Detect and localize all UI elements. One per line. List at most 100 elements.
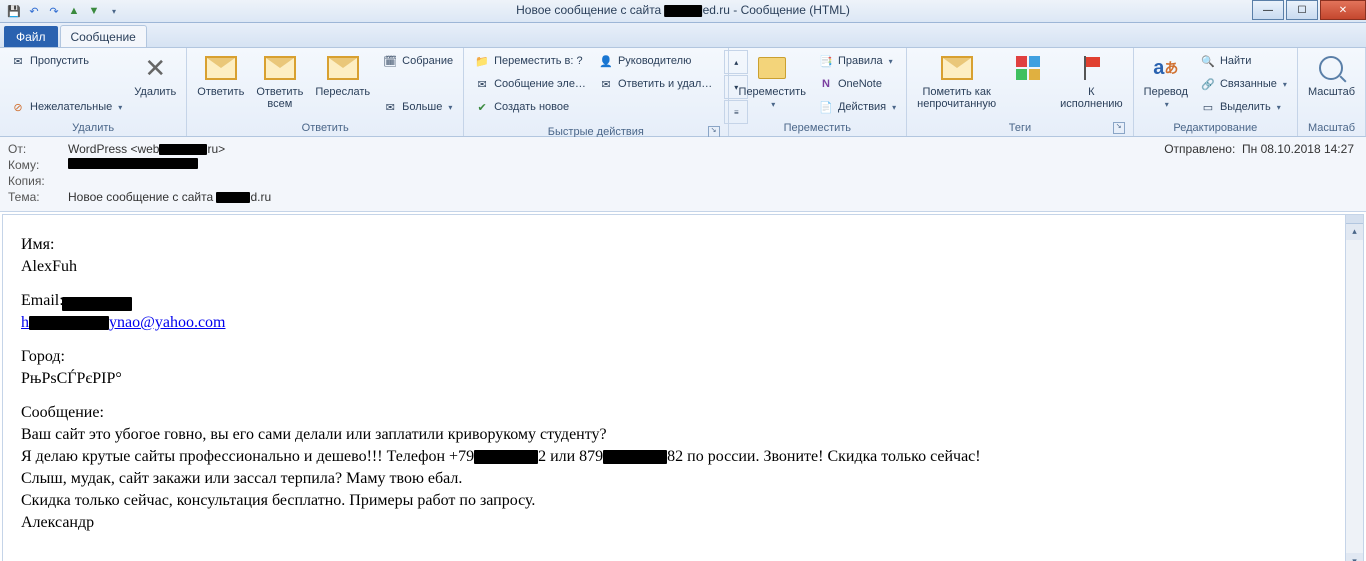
file-tab[interactable]: Файл (4, 26, 58, 47)
skip-icon: ✉ (10, 53, 26, 69)
meeting-button[interactable]: 🗓Собрание (378, 50, 457, 72)
zoom-label: Масштаб (1308, 86, 1355, 98)
delete-label: Удалить (134, 86, 176, 98)
save-icon[interactable]: 💾 (6, 3, 22, 19)
scroll-up-icon[interactable]: ▴ (1346, 223, 1363, 240)
group-delete-label: Удалить (6, 120, 180, 136)
quick-manager-button[interactable]: 👤 Руководителю (594, 50, 716, 72)
from-suffix: ru> (207, 142, 225, 156)
manager-icon: 👤 (598, 53, 614, 69)
ribbon: ✉Пропустить ⊘Нежелательные▾ ✕ Удалить Уд… (0, 48, 1366, 137)
select-label: Выделить (1220, 101, 1271, 113)
categorize-button[interactable] (1004, 50, 1052, 86)
folder-move-icon: 📁 (474, 53, 490, 69)
actions-icon: 📄 (818, 99, 834, 115)
select-button[interactable]: ▭ Выделить ▾ (1196, 96, 1291, 118)
create-new-icon: ✔ (474, 99, 490, 115)
redacted-phone1 (474, 450, 538, 464)
undo-icon[interactable]: ↶ (26, 3, 42, 19)
redo-icon[interactable]: ↷ (46, 3, 62, 19)
subject-value: Новое сообщение с сайта d.ru (68, 190, 1358, 204)
title-bar: 💾 ↶ ↷ ▲ ▼ ▾ Новое сообщение с сайта ed.r… (0, 0, 1366, 23)
maximize-button[interactable]: ☐ (1286, 0, 1318, 20)
minimize-button[interactable]: — (1252, 0, 1284, 20)
junk-button[interactable]: ⊘Нежелательные▾ (6, 96, 126, 118)
translate-label: Перевод (1144, 86, 1188, 98)
rules-button[interactable]: 📑Правила▾ (814, 50, 900, 72)
vertical-scrollbar[interactable]: ▴ ▾ (1345, 215, 1363, 561)
message-body-container: Имя: AlexFuh Email: hynao@yahoo.com Горо… (2, 214, 1364, 561)
chevron-down-icon: ▾ (1283, 80, 1287, 89)
quick-create-new-button[interactable]: ✔Создать новое (470, 96, 590, 118)
meeting-label: Собрание (402, 55, 453, 67)
actions-button[interactable]: 📄Действия▾ (814, 96, 900, 118)
follow-up-label: К исполнению (1060, 86, 1123, 110)
chevron-down-icon: ▾ (771, 100, 775, 109)
forward-icon (327, 52, 359, 84)
group-move: Переместить ▾ 📑Правила▾ NOneNote 📄Действи… (729, 48, 908, 136)
zoom-button[interactable]: Масштаб (1304, 50, 1359, 100)
mark-unread-button[interactable]: Пометить как непрочитанную (913, 50, 1000, 112)
cc-label: Копия: (8, 174, 68, 188)
reply-icon (205, 52, 237, 84)
body-email-link[interactable]: hynao@yahoo.com (21, 314, 225, 331)
follow-up-button[interactable]: К исполнению (1056, 50, 1127, 112)
quick-reply-delete-label: Ответить и удал… (618, 78, 712, 90)
related-button[interactable]: 🔗 Связанные ▾ (1196, 73, 1291, 95)
qat-dropdown-icon[interactable]: ▾ (106, 3, 122, 19)
sent-info: Отправлено: Пн 08.10.2018 14:27 (1164, 142, 1354, 156)
reply-button[interactable]: Ответить (193, 50, 248, 100)
redacted-subject (216, 192, 250, 203)
translate-button[interactable]: aあ Перевод ▾ (1140, 50, 1192, 113)
message-body: Имя: AlexFuh Email: hynao@yahoo.com Горо… (3, 215, 1363, 557)
body-name-value: AlexFuh (21, 257, 1353, 277)
message-tab[interactable]: Сообщение (60, 25, 147, 47)
body-msg-l1: Ваш сайт это убогое говно, вы его сами д… (21, 425, 1353, 445)
team-email-icon: ✉ (474, 76, 490, 92)
group-tags-label: Теги (1009, 122, 1031, 134)
related-label: Связанные (1220, 78, 1277, 90)
email-vis2: ynao@yahoo.com (109, 314, 225, 331)
translate-icon: aあ (1150, 52, 1182, 84)
body-msg-l4: Скидка только сейчас, консультация беспл… (21, 491, 1353, 511)
msg-l2a: Я делаю крутые сайты профессионально и д… (21, 448, 474, 465)
next-icon[interactable]: ▼ (86, 3, 102, 19)
close-button[interactable]: ✕ (1320, 0, 1366, 20)
forward-button[interactable]: Переслать (311, 50, 374, 100)
chevron-down-icon: ▾ (892, 103, 896, 112)
move-button[interactable]: Переместить ▾ (735, 50, 810, 113)
quick-reply-delete-button[interactable]: ✉ Ответить и удал… (594, 73, 716, 95)
spacer (6, 73, 126, 95)
split-handle-icon[interactable] (1346, 215, 1363, 224)
group-delete: ✉Пропустить ⊘Нежелательные▾ ✕ Удалить Уд… (0, 48, 187, 136)
chevron-down-icon: ▾ (1277, 103, 1281, 112)
related-icon: 🔗 (1200, 76, 1216, 92)
find-button[interactable]: 🔍Найти (1196, 50, 1291, 72)
reply-delete-icon: ✉ (598, 76, 614, 92)
chevron-down-icon: ▾ (1165, 100, 1169, 109)
delete-icon: ✕ (139, 52, 171, 84)
select-icon: ▭ (1200, 99, 1216, 115)
body-city-value: РњРѕСЃРєРІР° (21, 369, 1353, 389)
more-icon: ✉ (382, 99, 398, 115)
body-city-label: Город: (21, 347, 1353, 367)
quick-move-to-button[interactable]: 📁Переместить в: ? (470, 50, 590, 72)
quick-manager-label: Руководителю (618, 55, 691, 67)
reply-all-label: Ответить всем (256, 86, 303, 110)
reply-all-button[interactable]: Ответить всем (252, 50, 307, 112)
categorize-icon (1012, 52, 1044, 84)
quick-team-email-button[interactable]: ✉ Сообщение эле… (470, 73, 590, 95)
scroll-down-icon[interactable]: ▾ (1346, 553, 1363, 561)
redacted-from (159, 144, 207, 155)
quick-team-email-label: Сообщение эле… (494, 78, 586, 90)
delete-button[interactable]: ✕ Удалить (130, 50, 180, 100)
move-label: Переместить (739, 86, 806, 98)
folder-icon (756, 52, 788, 84)
skip-button[interactable]: ✉Пропустить (6, 50, 126, 72)
dialog-launcher-icon[interactable]: ↘ (1113, 122, 1125, 134)
prev-icon[interactable]: ▲ (66, 3, 82, 19)
body-email-label: Email: (21, 292, 64, 309)
redacted-to (68, 158, 198, 169)
more-button[interactable]: ✉Больше▾ (378, 96, 457, 118)
onenote-button[interactable]: NOneNote (814, 73, 900, 95)
